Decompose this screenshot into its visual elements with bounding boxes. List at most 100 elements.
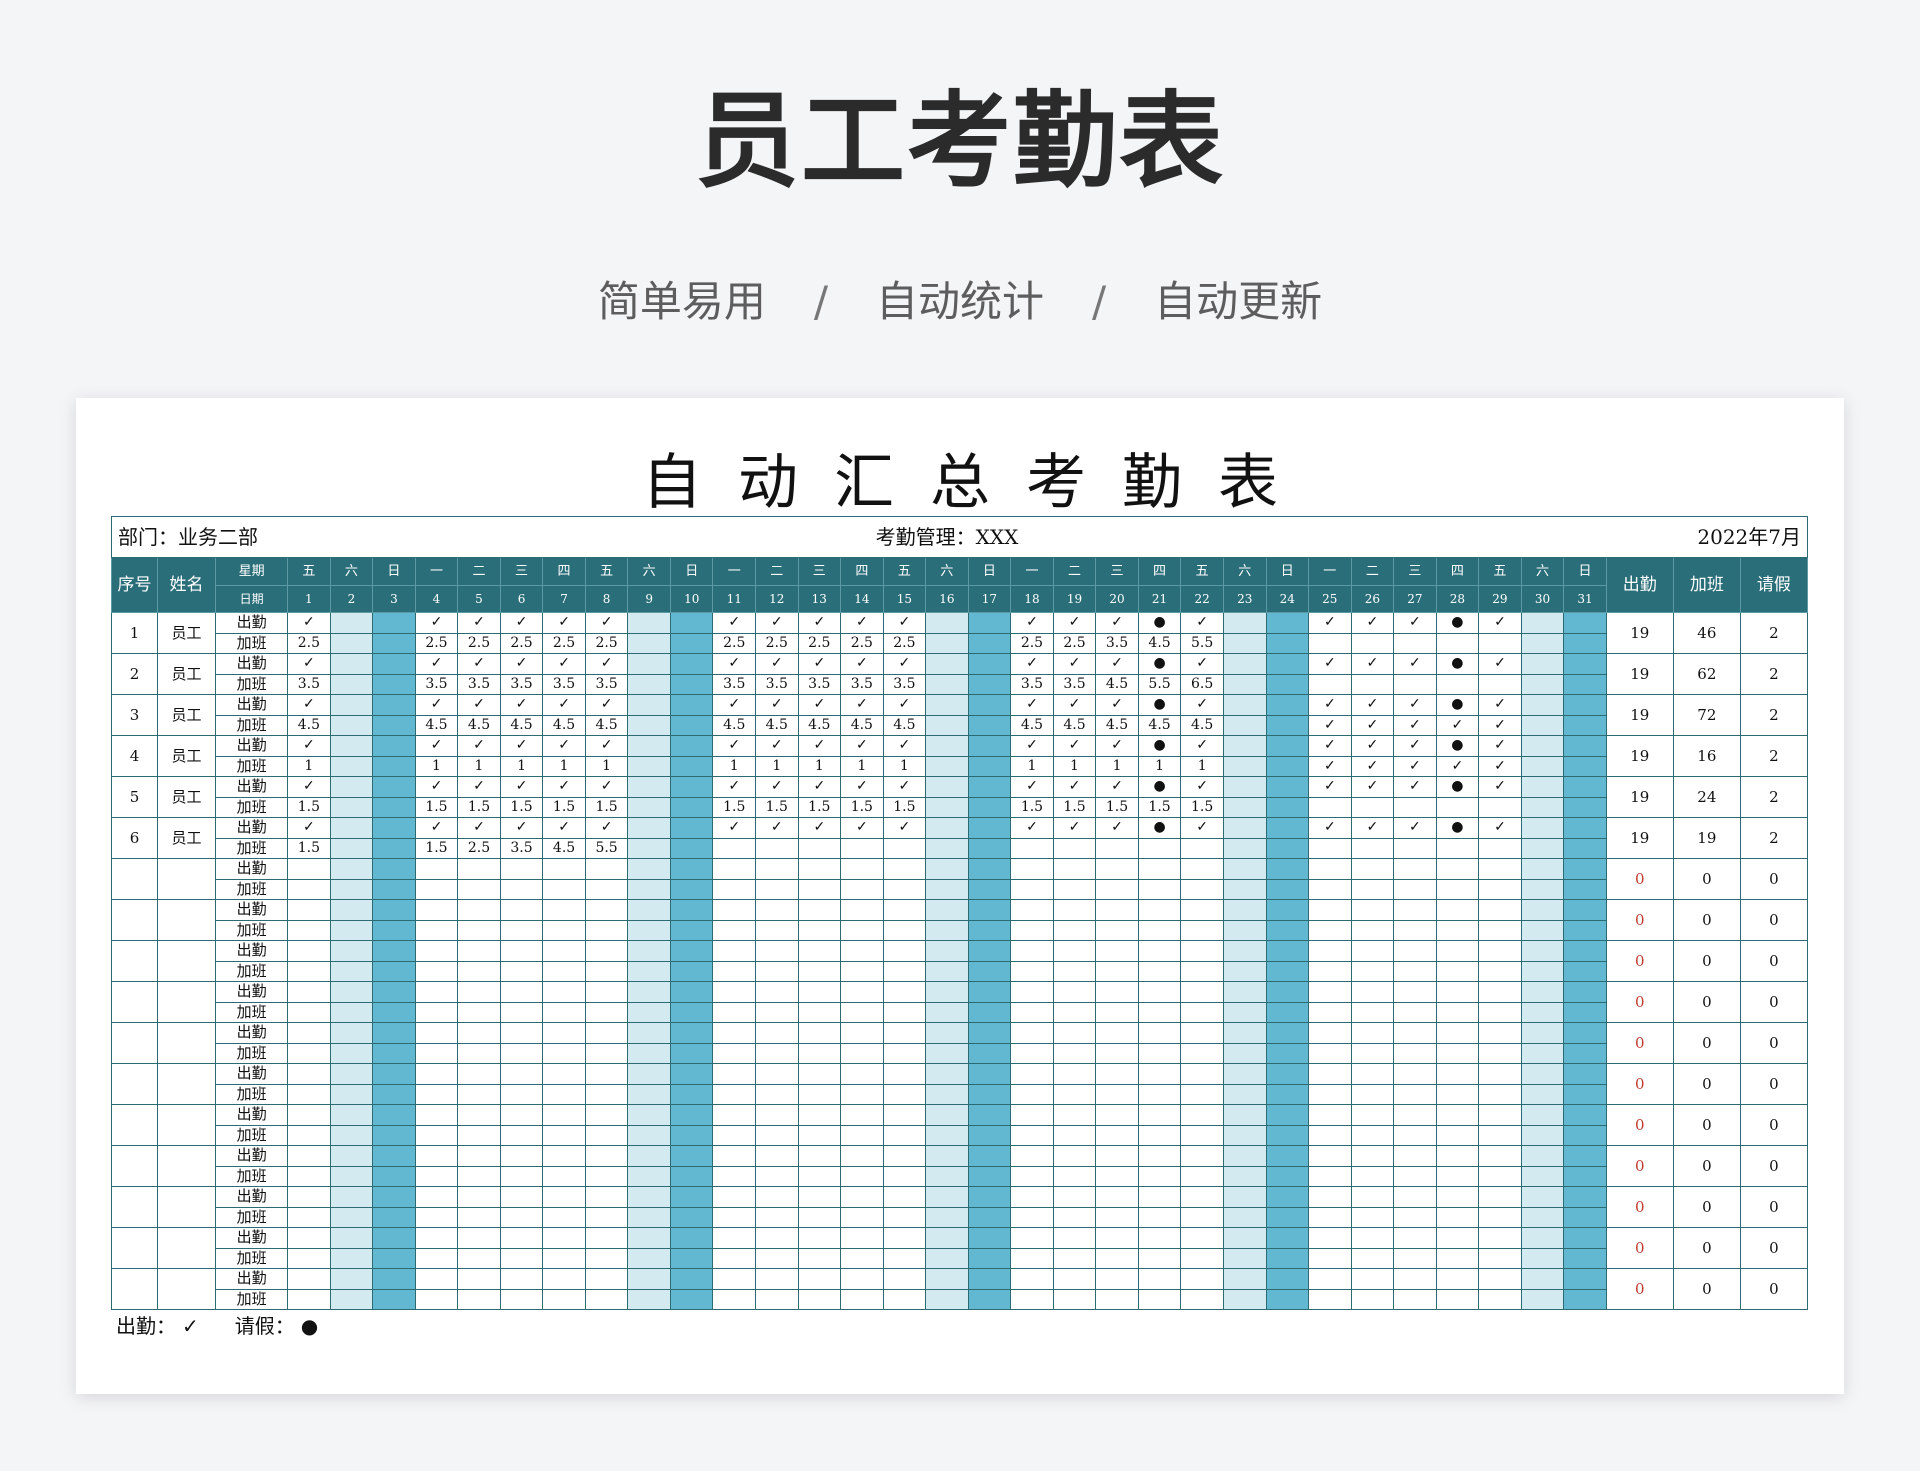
overtime-cell xyxy=(372,632,416,654)
table-row: 出勤 0 0 0 xyxy=(110,1227,1809,1269)
overtime-cell xyxy=(1563,1124,1607,1146)
overtime-cell xyxy=(1520,1165,1565,1187)
attend-cell xyxy=(967,1145,1012,1167)
overtime-cell: 4.5 xyxy=(1137,632,1182,654)
weekday-cell: 四 xyxy=(1137,557,1182,586)
attend-cell xyxy=(1222,735,1267,757)
attend-cell xyxy=(1308,858,1352,880)
overtime-cell xyxy=(967,919,1012,941)
overtime-cell xyxy=(1095,919,1139,941)
attend-cell xyxy=(372,1186,416,1208)
table-row: 出勤 0 0 0 xyxy=(110,1145,1809,1187)
attend-cell xyxy=(1180,1227,1224,1249)
attend-cell xyxy=(1435,1268,1480,1290)
overtime-cell: 1 xyxy=(1052,755,1097,777)
attend-cell xyxy=(1222,776,1267,798)
employee-name xyxy=(157,1063,217,1105)
overtime-cell xyxy=(840,837,884,859)
attend-cell xyxy=(1010,940,1054,962)
overtime-cell: 1.5 xyxy=(414,837,459,859)
weekday-cell: 五 xyxy=(287,557,331,586)
overtime-cell xyxy=(1052,1206,1097,1228)
overtime-cell xyxy=(755,919,799,941)
attend-cell xyxy=(1265,776,1310,798)
date-cell: 31 xyxy=(1563,585,1607,613)
attend-cell xyxy=(669,1186,714,1208)
overtime-cell xyxy=(840,919,884,941)
attend-cell xyxy=(457,1063,501,1085)
overtime-cell xyxy=(457,1288,501,1310)
attend-cell xyxy=(329,1227,374,1249)
overtime-cell xyxy=(1137,1001,1182,1023)
overtime-cell: 1.5 xyxy=(840,796,884,818)
attend-cell xyxy=(372,1227,416,1249)
attend-cell xyxy=(1563,694,1607,716)
row-type-overtime: 加班 xyxy=(215,1206,289,1228)
attend-cell xyxy=(1435,981,1480,1003)
overtime-cell: 1 xyxy=(542,755,586,777)
attend-cell xyxy=(669,653,714,675)
overtime-cell xyxy=(967,1247,1012,1269)
overtime-cell xyxy=(1478,960,1522,982)
total-overtime: 19 xyxy=(1672,817,1741,859)
overtime-cell xyxy=(372,1042,416,1064)
overtime-cell xyxy=(755,1206,799,1228)
attend-cell xyxy=(1052,1063,1097,1085)
overtime-cell xyxy=(1095,1247,1139,1269)
attend-cell xyxy=(1095,1022,1139,1044)
attend-cell xyxy=(1180,1145,1224,1167)
table-row: 5 员工 出勤 ✓ ✓ ✓ ✓ ✓ ✓ ✓ ✓ ✓ ✓ ✓ ✓ ✓ ✓ ● ✓ ✓ ✓ ✓ ● ✓ 19 24 2 xyxy=(110,776,1809,818)
row-type-overtime: 加班 xyxy=(215,1247,289,1269)
attend-cell: ✓ xyxy=(287,653,331,675)
overtime-cell xyxy=(414,1206,459,1228)
overtime-cell: ✓ xyxy=(1435,714,1480,736)
overtime-cell: 6.5 xyxy=(1180,673,1224,695)
attend-cell xyxy=(627,1268,671,1290)
attend-cell: ✓ xyxy=(1308,776,1352,798)
weekday-cell: 三 xyxy=(797,557,842,586)
overtime-cell xyxy=(1308,837,1352,859)
row-type-attend: 出勤 xyxy=(215,1063,289,1085)
overtime-cell xyxy=(1350,632,1395,654)
attend-cell: ✓ xyxy=(1393,694,1437,716)
attend-cell: ✓ xyxy=(840,817,884,839)
overtime-cell xyxy=(1478,673,1522,695)
overtime-cell xyxy=(669,1083,714,1105)
table-row: 出勤 0 0 0 xyxy=(110,1186,1809,1228)
overtime-cell xyxy=(1563,1247,1607,1269)
total-attend: 0 xyxy=(1605,1268,1674,1310)
attend-cell xyxy=(967,940,1012,962)
overtime-cell xyxy=(1350,960,1395,982)
overtime-cell xyxy=(1180,919,1224,941)
total-attend: 19 xyxy=(1605,817,1674,859)
table-row: 加班 1.5 1.5 1.5 1.5 1.5 1.5 1.5 1.5 1.5 1.5 1.5 1.5 1.… xyxy=(112,796,1808,818)
overtime-cell xyxy=(840,1288,884,1310)
overtime-cell xyxy=(1222,796,1267,818)
overtime-cell: 4.5 xyxy=(1010,714,1054,736)
overtime-cell xyxy=(627,1042,671,1064)
overtime-cell xyxy=(542,960,586,982)
total-leave: 0 xyxy=(1739,1186,1809,1228)
row-type-attend: 出勤 xyxy=(215,1145,289,1167)
attend-cell xyxy=(1137,1063,1182,1085)
overtime-cell xyxy=(1393,960,1437,982)
overtime-cell xyxy=(1222,1001,1267,1023)
date-cell: 15 xyxy=(882,585,927,613)
total-overtime: 0 xyxy=(1672,1186,1741,1228)
attend-cell: ✓ xyxy=(882,694,927,716)
total-attend: 19 xyxy=(1605,612,1674,654)
overtime-cell xyxy=(1180,1042,1224,1064)
attend-cell xyxy=(669,1268,714,1290)
attend-cell xyxy=(1180,1186,1224,1208)
overtime-cell xyxy=(1137,1083,1182,1105)
weekday-cell: 六 xyxy=(329,557,374,586)
overtime-cell xyxy=(1393,673,1437,695)
overtime-cell xyxy=(925,1247,969,1269)
overtime-cell xyxy=(584,919,629,941)
overtime-cell: 3.5 xyxy=(287,673,331,695)
overtime-cell: ✓ xyxy=(1393,755,1437,777)
attend-cell: ✓ xyxy=(755,612,799,634)
attend-cell: ● xyxy=(1137,817,1182,839)
overtime-cell: 3.5 xyxy=(882,673,927,695)
overtime-cell xyxy=(1222,1206,1267,1228)
